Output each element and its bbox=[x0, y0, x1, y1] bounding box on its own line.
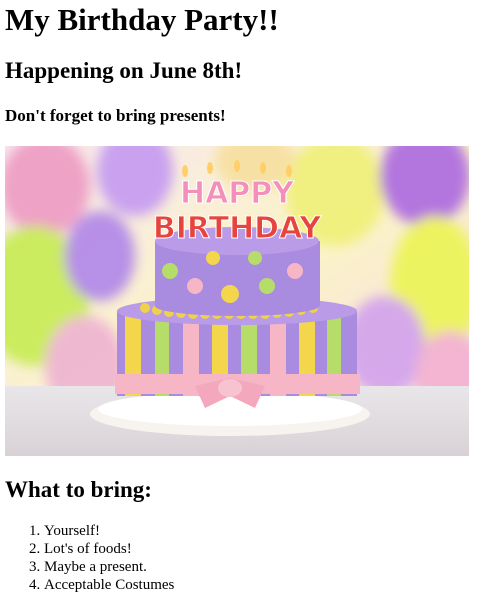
list-item: Acceptable Costumes bbox=[44, 576, 174, 594]
presents-reminder: Don't forget to bring presents! bbox=[5, 106, 226, 125]
birthday-cake-image: HAPPY BIRTHDAY bbox=[5, 146, 469, 456]
page-title: My Birthday Party!! bbox=[5, 2, 279, 37]
list-item: Lot's of foods! bbox=[44, 540, 174, 558]
birthday-candle-text: BIRTHDAY bbox=[153, 211, 323, 246]
party-date-heading: Happening on June 8th! bbox=[5, 58, 243, 83]
list-item: Maybe a present. bbox=[44, 558, 174, 576]
what-to-bring-heading: What to bring: bbox=[5, 477, 152, 502]
bring-list: Yourself! Lot's of foods! Maybe a presen… bbox=[5, 522, 174, 594]
list-item: Yourself! bbox=[44, 522, 174, 540]
happy-candle-text: HAPPY bbox=[180, 176, 295, 211]
